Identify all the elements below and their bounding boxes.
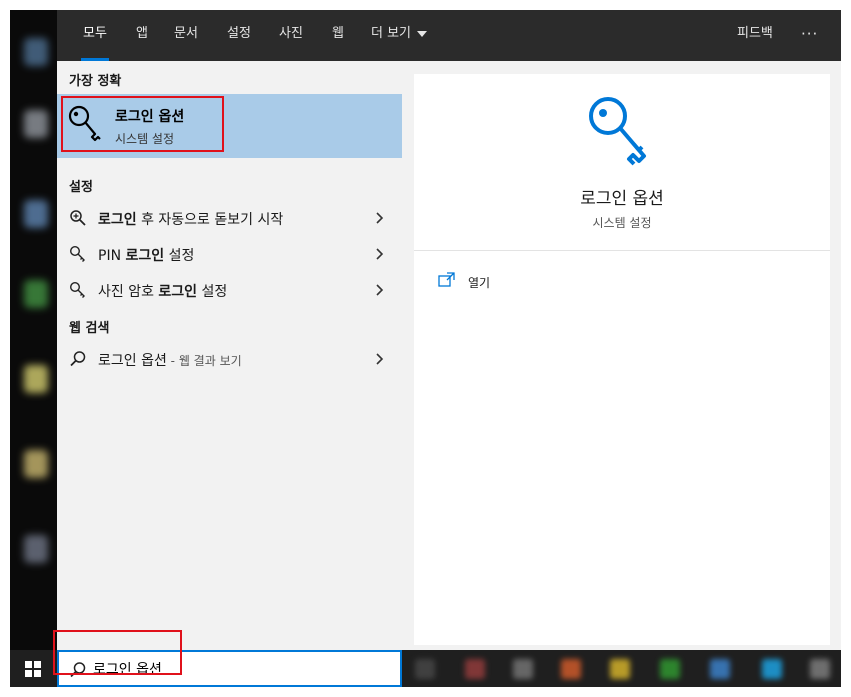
search-filter-bar: 모두 앱 문서 설정 사진 웹 더 보기 피드백 ···: [57, 10, 841, 61]
label-rest: 설정: [164, 248, 195, 264]
desktop-icon: [24, 38, 48, 66]
preview-card: 로그인 옵션 시스템 설정 열기: [414, 74, 830, 645]
desktop-icon: [24, 365, 48, 393]
label-prefix: 사진 암호: [98, 284, 159, 300]
chevron-down-icon: [417, 30, 428, 37]
open-button[interactable]: 열기: [438, 270, 558, 294]
taskbar-app-icon[interactable]: [710, 659, 730, 679]
preview-title: 로그인 옵션: [580, 189, 664, 209]
best-match-header: 가장 정확: [69, 74, 122, 89]
search-input[interactable]: [93, 659, 373, 679]
match-text: 로그인: [125, 248, 165, 264]
result-item-picture-password-login[interactable]: 사진 암호 로그인 설정: [57, 272, 402, 308]
match-text: 로그인: [98, 212, 137, 228]
key-icon: [589, 97, 646, 166]
tab-label: 더 보기: [371, 26, 412, 41]
best-match-title: 로그인 옵션: [115, 109, 185, 125]
magnifier-plus-icon: [70, 210, 86, 226]
result-item-web-search[interactable]: 로그인 옵션 - 웹 결과 보기: [57, 341, 402, 377]
tab-more[interactable]: 더 보기: [371, 10, 428, 61]
tab-settings[interactable]: 설정: [227, 10, 251, 61]
tab-label: 사진: [279, 26, 303, 41]
tab-documents[interactable]: 문서: [174, 10, 198, 61]
tab-apps[interactable]: 앱: [136, 10, 148, 61]
key-icon: [69, 281, 85, 298]
desktop-icon: [24, 280, 48, 308]
taskbar-app-icon[interactable]: [513, 659, 533, 679]
more-options-button[interactable]: ···: [801, 10, 818, 61]
result-item-label: PIN 로그인 설정: [98, 245, 194, 265]
label-rest: 후 자동으로 돋보기 시작: [136, 212, 284, 228]
taskbar-app-icon[interactable]: [415, 659, 435, 679]
taskbar-app-icon[interactable]: [762, 659, 782, 679]
screenshot-frame: 모두 앱 문서 설정 사진 웹 더 보기 피드백 ··· 가장 정확 로그인 옵…: [10, 10, 841, 687]
label-prefix: PIN: [98, 248, 126, 264]
divider: [414, 250, 830, 251]
result-item-label: 로그인 옵션 - 웹 결과 보기: [98, 350, 242, 370]
key-icon: [69, 245, 85, 262]
start-button[interactable]: [10, 650, 57, 687]
result-item-label: 사진 암호 로그인 설정: [98, 281, 227, 301]
result-item-magnifier-login[interactable]: 로그인 후 자동으로 돋보기 시작: [57, 200, 402, 236]
taskbar-app-icon[interactable]: [561, 659, 581, 679]
open-external-icon: [438, 272, 455, 287]
result-item-pin-login[interactable]: PIN 로그인 설정: [57, 236, 402, 272]
tab-label: 설정: [227, 26, 251, 41]
web-search-header: 웹 검색: [69, 321, 110, 336]
desktop-icon: [24, 200, 48, 228]
tab-all[interactable]: 모두: [81, 10, 109, 61]
web-query-text: 로그인 옵션: [98, 353, 167, 369]
search-results-panel: 가장 정확 로그인 옵션 시스템 설정 설정 로그인 후 자동으로 돋보기 시작: [57, 61, 402, 650]
preview-panel: 로그인 옵션 시스템 설정 열기: [402, 61, 841, 650]
chevron-right-icon[interactable]: [372, 282, 388, 298]
search-icon: [70, 662, 86, 678]
best-match-result[interactable]: 로그인 옵션 시스템 설정: [57, 94, 402, 158]
desktop-background: [10, 10, 57, 650]
tab-label: 앱: [136, 26, 148, 41]
feedback-button[interactable]: 피드백: [737, 10, 773, 61]
result-item-label: 로그인 후 자동으로 돋보기 시작: [98, 209, 283, 229]
web-results-suffix: - 웹 결과 보기: [166, 354, 242, 368]
settings-header: 설정: [69, 180, 93, 195]
taskbar-app-icon[interactable]: [610, 659, 630, 679]
tab-label: 문서: [174, 26, 198, 41]
preview-subtitle: 시스템 설정: [592, 216, 652, 230]
taskbar-app-icon[interactable]: [660, 659, 680, 679]
tab-photos[interactable]: 사진: [279, 10, 303, 61]
ellipsis-icon: ···: [801, 25, 819, 43]
key-icon: [68, 105, 101, 142]
best-match-subtitle: 시스템 설정: [115, 132, 175, 146]
desktop-icon: [24, 535, 48, 563]
match-text: 로그인: [158, 284, 198, 300]
desktop-icon: [24, 450, 48, 478]
desktop-icon: [24, 110, 48, 138]
chevron-right-icon[interactable]: [372, 210, 388, 226]
feedback-label: 피드백: [737, 26, 773, 41]
taskbar: [10, 650, 841, 687]
open-label: 열기: [468, 276, 491, 290]
taskbar-app-icon[interactable]: [465, 659, 485, 679]
chevron-right-icon[interactable]: [372, 246, 388, 262]
chevron-right-icon[interactable]: [372, 351, 388, 367]
tab-web[interactable]: 웹: [332, 10, 344, 61]
search-icon: [70, 351, 86, 367]
taskbar-app-icon[interactable]: [810, 659, 830, 679]
tab-label: 웹: [332, 26, 344, 41]
search-box[interactable]: [57, 650, 402, 687]
label-rest: 설정: [197, 284, 228, 300]
windows-logo-icon: [25, 661, 41, 677]
tab-label: 모두: [83, 26, 107, 41]
